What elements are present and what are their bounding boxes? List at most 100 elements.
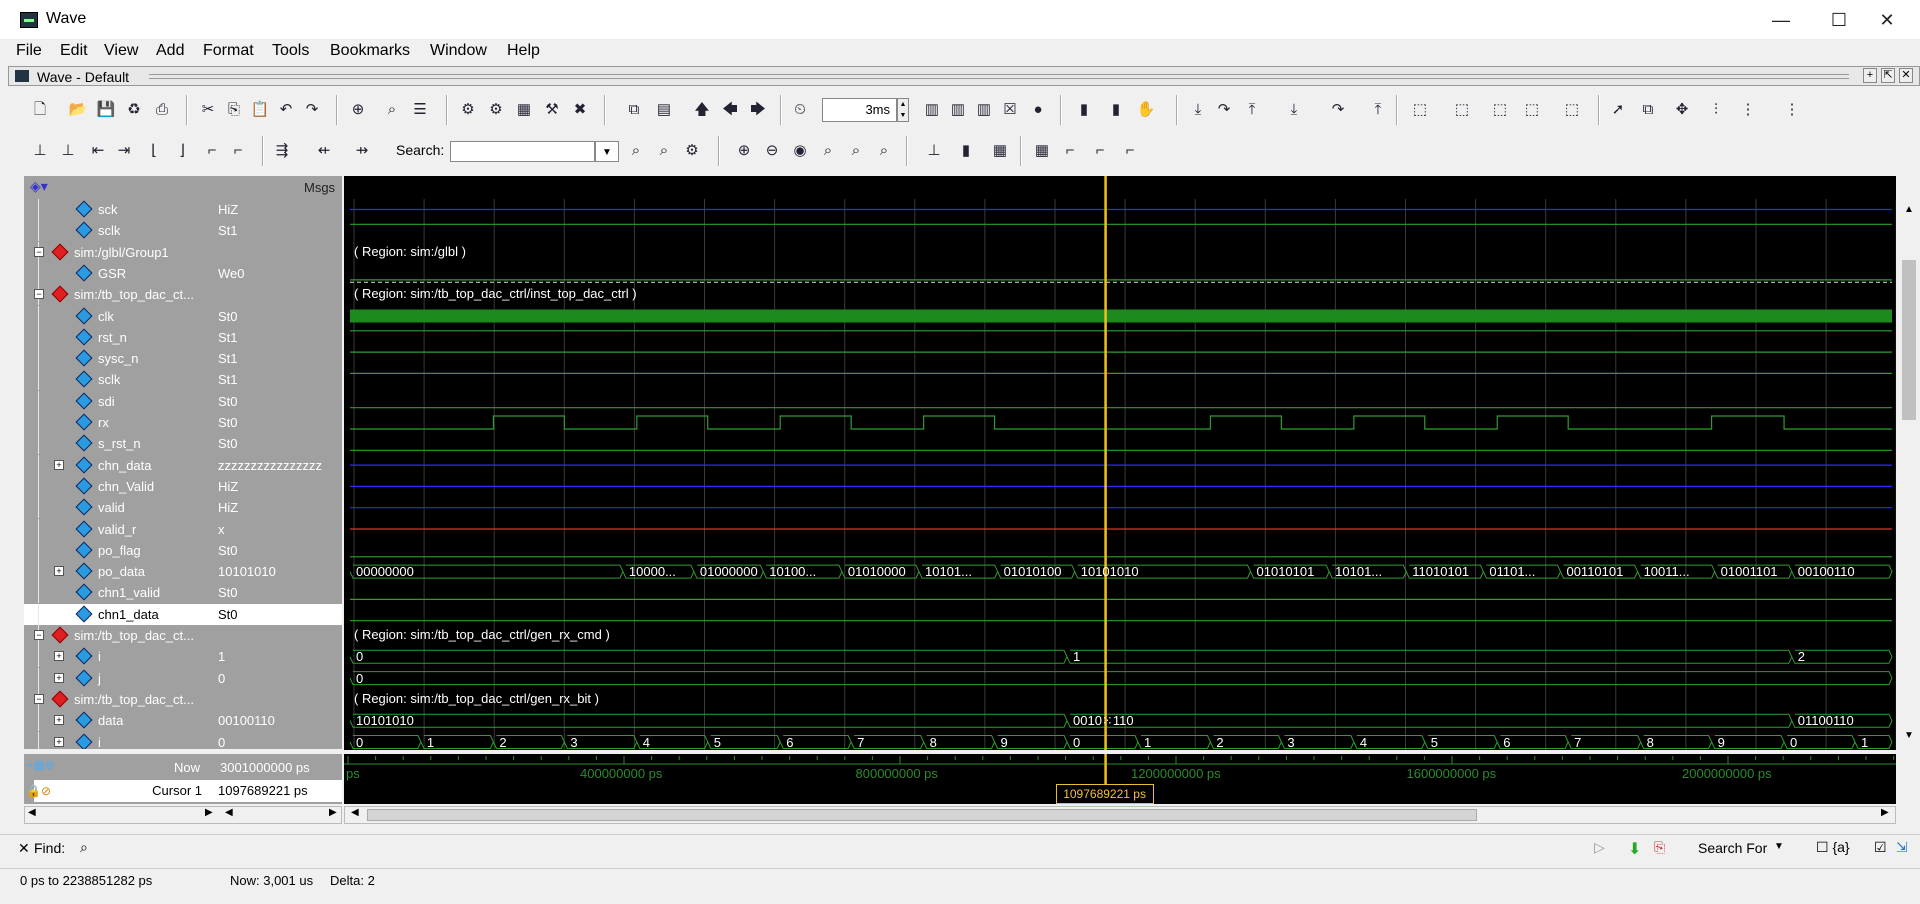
cut-icon[interactable]: ✂	[196, 99, 220, 121]
maximize-button[interactable]: ☐	[1816, 6, 1862, 34]
run-all-icon[interactable]: ▥	[972, 99, 996, 121]
signal-value-row[interactable]	[214, 689, 342, 710]
signal-row[interactable]: sck	[24, 199, 214, 220]
signal-row[interactable]: − sim:/tb_top_dac_ct...	[24, 625, 214, 646]
chevron-down-icon[interactable]: ▼	[1774, 841, 1784, 852]
layout-icon[interactable]: ⧉	[622, 99, 646, 121]
signal-value-row[interactable]: St0	[214, 306, 342, 327]
signal-value-list[interactable]: HiZ St1 We0 St0 St1 St1 St1 St0 St0 St0 zzzzzzzzzz…	[214, 199, 342, 749]
simulate-icon[interactable]: ▦	[512, 99, 536, 121]
signal-row[interactable]: po_flag	[24, 539, 214, 561]
search-next-icon[interactable]: ⌕	[652, 140, 676, 162]
falling-edge-icon[interactable]: ⌐	[200, 140, 224, 162]
collapse-icon[interactable]: −	[34, 246, 44, 257]
performance-icon[interactable]: ▮	[1072, 99, 1096, 121]
signal-row[interactable]: + data	[24, 710, 214, 732]
find-options-icon[interactable]: ⎘	[1654, 839, 1665, 856]
stop-icon[interactable]: ●	[1026, 99, 1050, 121]
group-icon[interactable]: ▦	[1030, 140, 1054, 162]
insert-breakpoint-icon[interactable]: ⊕	[346, 99, 370, 121]
menu-window[interactable]: Window	[430, 42, 487, 60]
stop-sim-icon[interactable]: ✖	[568, 99, 592, 121]
add-cursor-icon[interactable]: ⊥	[28, 140, 52, 162]
compile-all-icon[interactable]: ⚙	[484, 99, 508, 121]
signal-value-row[interactable]: 0	[214, 732, 342, 750]
signal-value-row[interactable]: 0	[214, 668, 342, 689]
view-dropdown-icon[interactable]: ▤	[652, 99, 676, 121]
expand-icon[interactable]: +	[54, 736, 64, 747]
collapse-icon[interactable]: −	[34, 693, 44, 704]
signal-value-row[interactable]	[214, 242, 342, 263]
signal-value-row[interactable]: 00100110	[214, 710, 342, 731]
run-icon[interactable]: ▥	[920, 99, 944, 121]
expand-icon[interactable]: +	[54, 715, 64, 726]
zoom-in-icon[interactable]: ⊕	[732, 140, 756, 162]
signal-row[interactable]: + i	[24, 731, 214, 749]
step-out-dropdown-icon[interactable]: ⤒	[1366, 99, 1390, 121]
paste-icon[interactable]: 📋	[248, 99, 272, 121]
fill-icon[interactable]: ▦	[988, 140, 1012, 162]
signal-value-row[interactable]: St1	[214, 327, 342, 348]
menu-edit[interactable]: Edit	[60, 42, 88, 60]
find-binoculars-icon[interactable]: ⌕	[380, 99, 404, 121]
close-button[interactable]: ✕	[1864, 6, 1910, 34]
open-folder-icon[interactable]: 📂	[66, 99, 90, 121]
scroll-right-icon[interactable]: ▶	[1881, 807, 1889, 818]
name-panel-hscroll[interactable]: ◀ ▶ ◀ ▶	[24, 806, 342, 824]
cursor-value[interactable]: 1097689221 ps	[214, 780, 342, 802]
signal-value-row[interactable]: St0	[214, 540, 342, 561]
pan-mode-icon[interactable]: ✥	[1670, 99, 1694, 121]
scroll-left-icon[interactable]: ◀	[351, 807, 359, 818]
transition-icon[interactable]: ⬚	[1408, 99, 1432, 121]
regex-checkbox[interactable]: ☐ {a}	[1816, 839, 1850, 856]
menu-format[interactable]: Format	[203, 42, 254, 60]
signal-row[interactable]: valid	[24, 497, 214, 519]
run-length-spinner[interactable]: ▲ ▼	[897, 98, 909, 122]
signal-row[interactable]: − sim:/tb_top_dac_ct...	[24, 284, 214, 306]
signal-value-row[interactable]: 10101010	[214, 561, 342, 582]
forward-arrow-icon[interactable]: 🡆	[746, 99, 770, 121]
expand-icon[interactable]: +	[54, 672, 64, 683]
search-prev-icon[interactable]: ⌕	[624, 140, 648, 162]
reload-icon[interactable]: ♻	[122, 99, 146, 121]
scroll-right-icon[interactable]: ▶	[329, 807, 337, 818]
collapse-icon[interactable]: −	[34, 630, 44, 640]
dock-pin-icon[interactable]: +	[1863, 68, 1877, 83]
menu-file[interactable]: File	[16, 42, 42, 60]
expand-icon[interactable]: +	[54, 459, 64, 470]
cursor-time-box[interactable]: 1097689221 ps	[1055, 784, 1154, 804]
search-for-dropdown[interactable]: Search For	[1698, 840, 1767, 856]
new-file-icon[interactable]: 🗋	[28, 99, 52, 121]
step-dropdown-icon[interactable]: ⤓	[1282, 99, 1306, 121]
find-binoculars-icon[interactable]: ⌕	[80, 839, 88, 856]
case-checkbox[interactable]: ☑	[1874, 839, 1887, 856]
signal-row[interactable]: clk	[24, 305, 214, 327]
signal-row[interactable]: chn1_data	[24, 603, 214, 625]
signal-value-row[interactable]: x	[214, 519, 342, 540]
signal-value-row[interactable]: HiZ	[214, 199, 342, 220]
scroll-down-icon[interactable]: ▼	[1901, 728, 1917, 744]
insert-divider-icon[interactable]: ⌐	[1058, 140, 1082, 162]
signal-row[interactable]: sdi	[24, 390, 214, 412]
signal-value-row[interactable]: St0	[214, 603, 342, 625]
signal-row[interactable]: + j	[24, 667, 214, 689]
waveform-canvas[interactable]	[344, 176, 1896, 750]
lock-cursor-icon[interactable]: ⊥	[922, 140, 946, 162]
find-next-icon[interactable]: ⬇	[1628, 839, 1641, 859]
scope-icon[interactable]: ◈▾	[30, 178, 48, 195]
insert-space-icon[interactable]: ⌐	[1118, 140, 1142, 162]
signal-value-row[interactable]: 1	[214, 646, 342, 667]
frame-icon[interactable]: ▮	[954, 140, 978, 162]
dock-grip[interactable]	[149, 74, 1849, 79]
redo-icon[interactable]: ↷	[300, 99, 324, 121]
menu-add[interactable]: Add	[156, 42, 184, 60]
undock-icon[interactable]: ⇱	[1881, 68, 1895, 83]
search-options-icon[interactable]: ⚙	[680, 140, 704, 162]
signal-value-row[interactable]: St0	[214, 412, 342, 433]
signal-value-row[interactable]: St1	[214, 369, 342, 390]
compile-icon[interactable]: ⚙	[456, 99, 480, 121]
search-input[interactable]	[450, 141, 595, 162]
signal-row[interactable]: GSR	[24, 262, 214, 284]
minimize-button[interactable]: —	[1758, 6, 1804, 34]
run-length-input[interactable]: 3ms	[822, 98, 897, 122]
